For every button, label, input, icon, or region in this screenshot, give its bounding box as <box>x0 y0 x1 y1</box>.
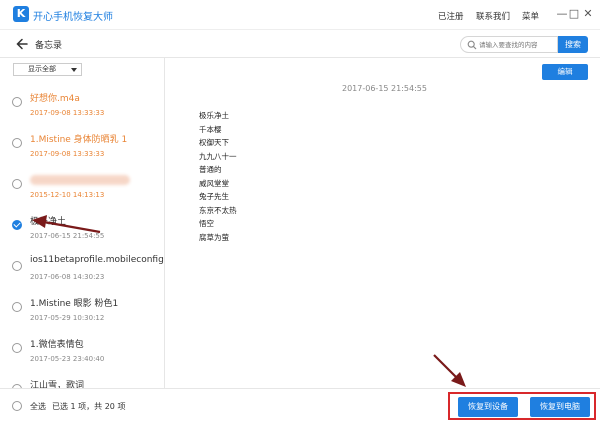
select-all-radio[interactable] <box>12 401 22 411</box>
app-logo-icon: K <box>13 6 29 22</box>
item-date: 2017-05-23 23:40:40 <box>30 355 105 363</box>
blurred-title <box>30 175 130 185</box>
item-date: 2017-09-08 13:33:33 <box>30 150 105 158</box>
search-button[interactable]: 搜索 <box>558 36 588 53</box>
item-radio[interactable] <box>12 138 22 148</box>
page-header: 备忘录 搜索 <box>0 30 600 58</box>
list-item-selected[interactable]: 极乐净土 2017-06-15 21:54:55 <box>0 206 164 246</box>
item-title: 江山雪，歌词 <box>30 381 85 388</box>
select-all-label[interactable]: 全选 <box>30 401 46 412</box>
note-line: 悟空 <box>199 219 214 228</box>
footer-bar: 全选 已选 1 项，共 20 项 恢复到设备 恢复到电脑 <box>0 388 600 421</box>
search-icon <box>467 40 477 50</box>
selection-status: 已选 1 项，共 20 项 <box>52 402 126 411</box>
item-date: 2017-09-08 13:33:33 <box>30 109 105 117</box>
minimize-icon[interactable]: — <box>556 7 568 21</box>
item-title: ios11betaprofile.mobileconfig <box>30 255 164 265</box>
list-item[interactable]: 1.Mistine 眼影 粉色1 2017-05-29 10:30:12 <box>0 288 164 328</box>
filter-dropdown[interactable]: 显示全部 <box>13 63 82 76</box>
page-title: 备忘录 <box>35 41 63 51</box>
registered-link[interactable]: 已注册 <box>438 10 464 22</box>
note-line: 权御天下 <box>199 138 229 147</box>
close-icon[interactable]: ✕ <box>582 7 594 21</box>
item-date: 2015-12-10 14:13:13 <box>30 191 105 199</box>
list-item[interactable]: 2015-12-10 14:13:13 <box>0 165 164 205</box>
list-item[interactable]: 1.Mistine 身体防晒乳 1 2017-09-08 13:33:33 <box>0 124 164 164</box>
list-item[interactable]: ios11betaprofile.mobileconfig 2017-06-08… <box>0 247 164 287</box>
list-item[interactable]: 1.微信表情包 2017-05-23 23:40:40 <box>0 329 164 369</box>
item-radio[interactable] <box>12 97 22 107</box>
search-input[interactable] <box>479 38 557 51</box>
item-radio[interactable] <box>12 261 22 271</box>
item-date: 2017-05-29 10:30:12 <box>30 314 105 322</box>
item-title: 好想你.m4a <box>30 94 80 104</box>
note-line: 极乐净土 <box>199 111 229 120</box>
list-item[interactable]: 好想你.m4a 2017-09-08 13:33:33 <box>0 83 164 123</box>
note-line: 兔子先生 <box>199 192 229 201</box>
list-item[interactable]: 江山雪，歌词 <box>0 370 164 388</box>
note-date: 2017-06-15 21:54:55 <box>342 84 427 93</box>
contact-us-link[interactable]: 联系我们 <box>476 10 510 22</box>
note-line: 千本樱 <box>199 124 222 134</box>
chevron-down-icon <box>71 68 77 72</box>
title-bar: K 开心手机恢复大师 已注册 联系我们 菜单 — □ ✕ <box>0 0 600 30</box>
filter-label: 显示全部 <box>28 65 56 73</box>
item-radio[interactable] <box>12 343 22 353</box>
item-date: 2017-06-08 14:30:23 <box>30 273 105 281</box>
note-content: 编辑 2017-06-15 21:54:55 极乐净土 千本樱 权御天下 九九八… <box>166 58 600 388</box>
edit-button[interactable]: 编辑 <box>542 64 588 80</box>
note-line: 威风堂堂 <box>199 178 229 188</box>
item-title: 1.微信表情包 <box>30 340 84 350</box>
item-title: 极乐净土 <box>30 217 67 227</box>
note-line: 腐草为萤 <box>199 232 229 242</box>
item-radio[interactable] <box>12 302 22 312</box>
item-radio-checked[interactable] <box>12 220 22 230</box>
note-line: 普通的 <box>199 165 222 174</box>
item-title: 1.Mistine 眼影 粉色1 <box>30 299 119 309</box>
note-line: 九九八十一 <box>199 151 237 161</box>
restore-to-pc-button[interactable]: 恢复到电脑 <box>530 397 590 417</box>
item-title: 1.Mistine 身体防晒乳 1 <box>30 135 128 145</box>
back-arrow-icon[interactable] <box>15 37 29 51</box>
notes-sidebar: 显示全部 好想你.m4a 2017-09-08 13:33:33 1.Misti… <box>0 58 165 388</box>
maximize-icon[interactable]: □ <box>568 7 580 21</box>
note-body: 极乐净土 千本樱 权御天下 九九八十一 普通的 威风堂堂 兔子先生 东京不太热 … <box>199 109 237 244</box>
restore-to-device-button[interactable]: 恢复到设备 <box>458 397 518 417</box>
note-line: 东京不太热 <box>199 205 237 215</box>
app-title: 开心手机恢复大师 <box>33 12 113 23</box>
item-date: 2017-06-15 21:54:55 <box>30 232 105 240</box>
search-box <box>460 36 558 53</box>
menu-link[interactable]: 菜单 <box>522 10 539 22</box>
item-radio[interactable] <box>12 179 22 189</box>
